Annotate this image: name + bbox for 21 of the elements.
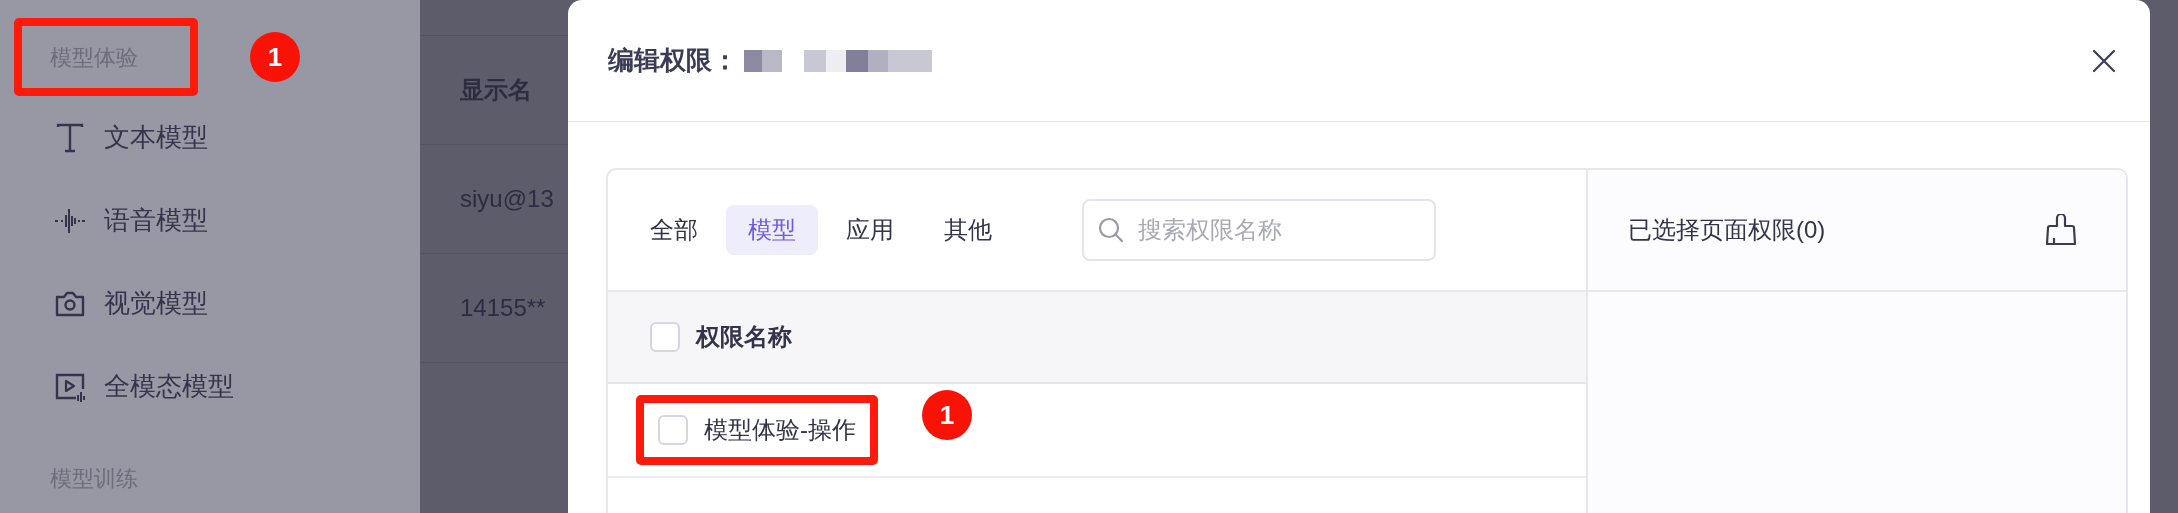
modal-title: 编辑权限： xyxy=(608,44,738,77)
filter-tab[interactable]: 其他 xyxy=(922,205,1014,255)
sidebar-item[interactable]: 语音模型 xyxy=(104,201,208,240)
search-field[interactable]: 搜索权限名称 xyxy=(1082,199,1436,261)
sidebar-item[interactable]: 文本模型 xyxy=(104,118,208,157)
text-icon xyxy=(54,121,86,154)
sidebar-item[interactable]: 视觉模型 xyxy=(104,284,208,323)
close-icon xyxy=(2092,48,2116,73)
column-header: 权限名称 xyxy=(696,322,792,352)
annotation-badge: 1 xyxy=(922,390,972,440)
clear-button[interactable] xyxy=(2046,214,2076,246)
selected-panel-title: 已选择页面权限(0) xyxy=(1628,215,1826,245)
filter-tab[interactable]: 应用 xyxy=(824,205,916,255)
filter-tab[interactable]: 全部 xyxy=(628,205,720,255)
sidebar-item[interactable]: 全模态模型 xyxy=(104,367,234,406)
select-all-checkbox[interactable] xyxy=(650,322,680,352)
row-checkbox[interactable] xyxy=(658,415,688,445)
annotation-badge: 1 xyxy=(250,32,300,82)
filter-tab[interactable]: 模型 xyxy=(726,205,818,255)
permission-name: 模型体验-操作 xyxy=(704,415,856,445)
broom-icon xyxy=(2046,214,2076,246)
